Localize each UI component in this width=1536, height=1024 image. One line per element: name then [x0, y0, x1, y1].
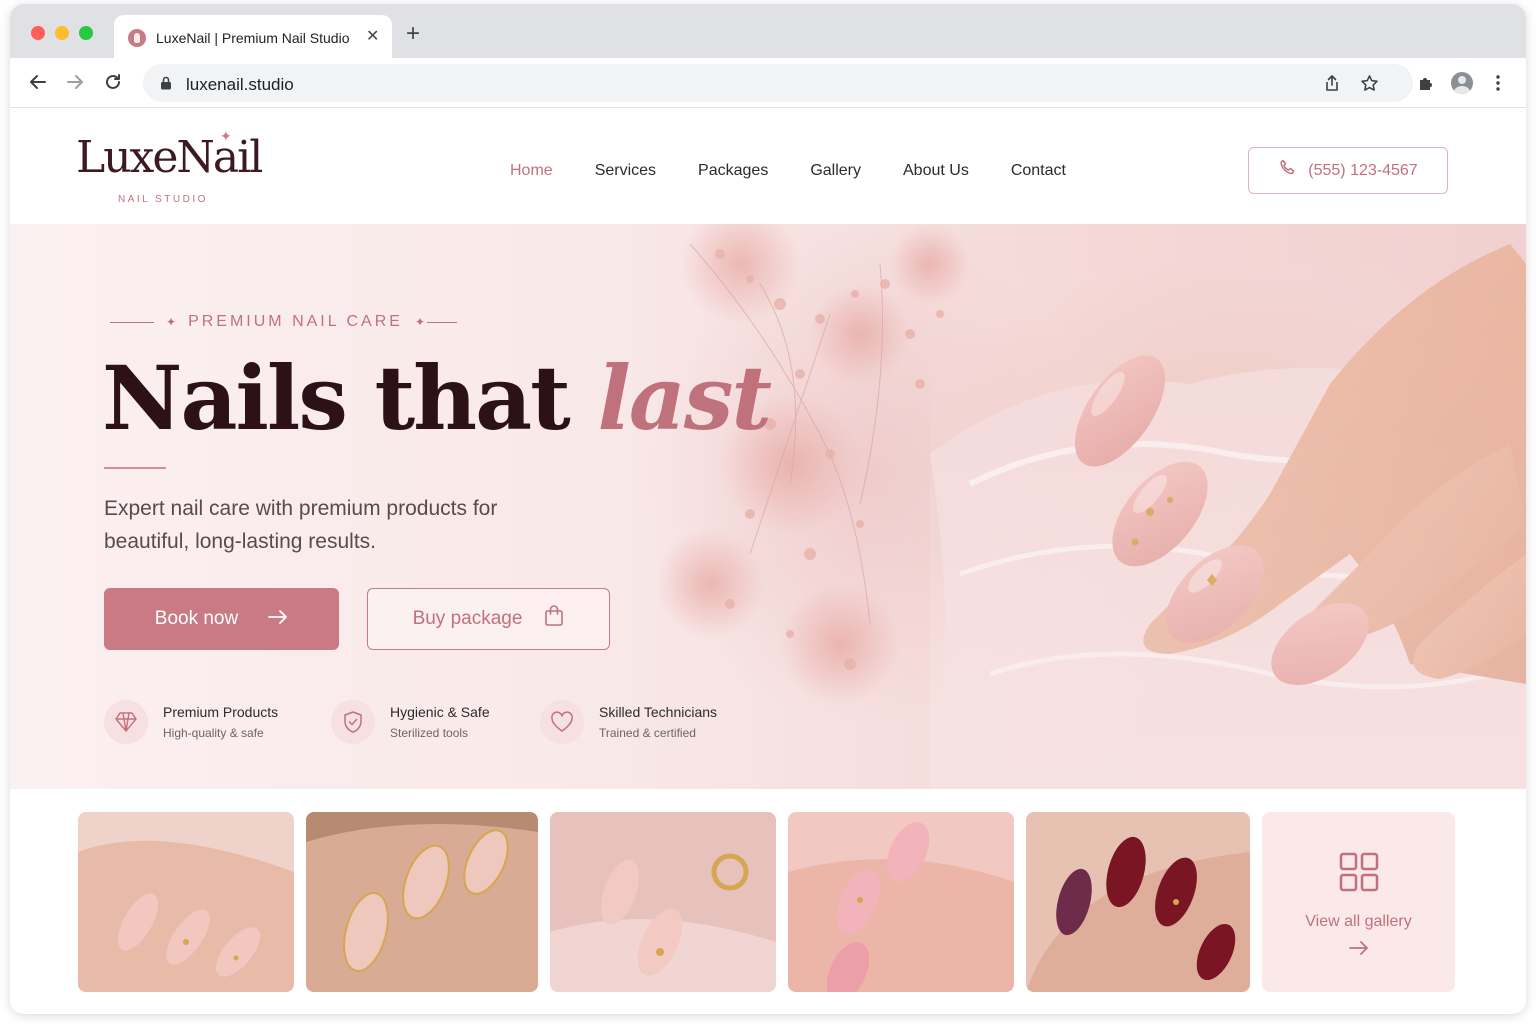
gallery-strip: View all gallery	[10, 789, 1526, 1014]
hero-section: ✦ PREMIUM NAIL CARE ✦ Nails that last Ex…	[10, 224, 1526, 789]
book-now-button[interactable]: Book now	[104, 588, 339, 650]
menu-icon[interactable]	[1486, 71, 1510, 95]
phone-icon	[1278, 158, 1298, 183]
arrow-right-icon	[268, 608, 288, 630]
arrow-right-icon	[1348, 941, 1369, 960]
buy-package-button[interactable]: Buy package	[367, 588, 610, 650]
phone-button[interactable]: (555) 123-4567	[1248, 147, 1448, 194]
hero-headline: Nails that last	[102, 346, 772, 450]
logo-tagline: NAIL STUDIO	[118, 194, 208, 205]
diamond-icon	[104, 700, 148, 744]
extensions-icon[interactable]	[1414, 71, 1438, 95]
lock-icon	[160, 76, 172, 95]
tab-title: LuxeNail | Premium Nail Studio	[156, 30, 350, 46]
gallery-image[interactable]	[306, 812, 538, 992]
back-icon[interactable]	[24, 68, 52, 96]
eyebrow-divider	[110, 321, 154, 323]
star-icon[interactable]	[1359, 73, 1379, 93]
address-bar[interactable]: luxenail.studio	[143, 64, 1413, 102]
sparkle-icon: ✦	[166, 315, 177, 329]
gallery-image[interactable]	[550, 812, 776, 992]
phone-number: (555) 123-4567	[1308, 161, 1418, 179]
nav-contact[interactable]: Contact	[1011, 162, 1066, 180]
feature-title: Hygienic & Safe	[390, 704, 490, 720]
favicon-icon	[128, 29, 146, 47]
close-tab-icon[interactable]: ✕	[366, 29, 379, 45]
feature-subtitle: High-quality & safe	[163, 726, 264, 740]
profile-icon[interactable]	[1450, 71, 1474, 95]
hero-eyebrow: ✦ PREMIUM NAIL CARE ✦	[110, 313, 457, 331]
nav-packages[interactable]: Packages	[698, 162, 768, 180]
grid-icon	[1339, 852, 1379, 897]
browser-toolbar: luxenail.studio	[10, 58, 1526, 108]
headline-divider	[104, 467, 166, 469]
close-window-button[interactable]	[31, 26, 45, 40]
gallery-image[interactable]	[1026, 812, 1250, 992]
headline-main: Nails that	[102, 346, 598, 450]
headline-accent: last	[597, 346, 772, 450]
feature-subtitle: Trained & certified	[599, 726, 696, 740]
gallery-image[interactable]	[78, 812, 294, 992]
forward-icon[interactable]	[61, 68, 89, 96]
feature-title: Skilled Technicians	[599, 704, 718, 720]
site-header: LuxeNail ✦ NAIL STUDIO Home Services Pac…	[10, 108, 1526, 224]
hero-hand-image	[655, 224, 1526, 789]
hero-subtext: Expert nail care with premium products f…	[104, 497, 498, 553]
heart-icon	[540, 700, 584, 744]
active-tab[interactable]: LuxeNail | Premium Nail Studio ✕	[114, 15, 392, 58]
feature-title: Premium Products	[163, 704, 279, 720]
tab-bar: LuxeNail | Premium Nail Studio ✕ +	[10, 4, 1526, 58]
eyebrow-text: PREMIUM NAIL CARE	[188, 313, 403, 330]
new-tab-button[interactable]: +	[406, 22, 420, 46]
url-text: luxenail.studio	[186, 75, 294, 94]
nav-services[interactable]: Services	[595, 162, 656, 180]
main-nav: Home Services Packages Gallery About Us …	[510, 162, 1108, 180]
minimize-window-button[interactable]	[55, 26, 69, 40]
shopping-bag-icon	[544, 605, 564, 633]
eyebrow-divider	[427, 321, 457, 323]
logo[interactable]: LuxeNail ✦ NAIL STUDIO	[76, 128, 263, 212]
window-controls	[31, 26, 93, 40]
view-all-label: View all gallery	[1305, 913, 1412, 930]
feature-subtitle: Sterilized tools	[390, 726, 469, 740]
gallery-image[interactable]	[788, 812, 1014, 992]
shield-check-icon	[331, 700, 375, 744]
buy-package-label: Buy package	[412, 608, 523, 629]
browser-window: LuxeNail | Premium Nail Studio ✕ + luxen…	[10, 4, 1526, 1014]
view-all-gallery-button[interactable]: View all gallery	[1262, 812, 1455, 992]
logo-wordmark: LuxeNail	[76, 132, 263, 183]
nav-home[interactable]: Home	[510, 162, 553, 180]
nav-about-us[interactable]: About Us	[903, 162, 969, 180]
nav-gallery[interactable]: Gallery	[810, 162, 861, 180]
share-icon[interactable]	[1322, 73, 1342, 93]
sparkle-icon: ✦	[414, 315, 425, 329]
reload-icon[interactable]	[99, 68, 127, 96]
maximize-window-button[interactable]	[79, 26, 93, 40]
sparkle-icon: ✦	[220, 128, 232, 144]
book-now-label: Book now	[154, 608, 239, 629]
